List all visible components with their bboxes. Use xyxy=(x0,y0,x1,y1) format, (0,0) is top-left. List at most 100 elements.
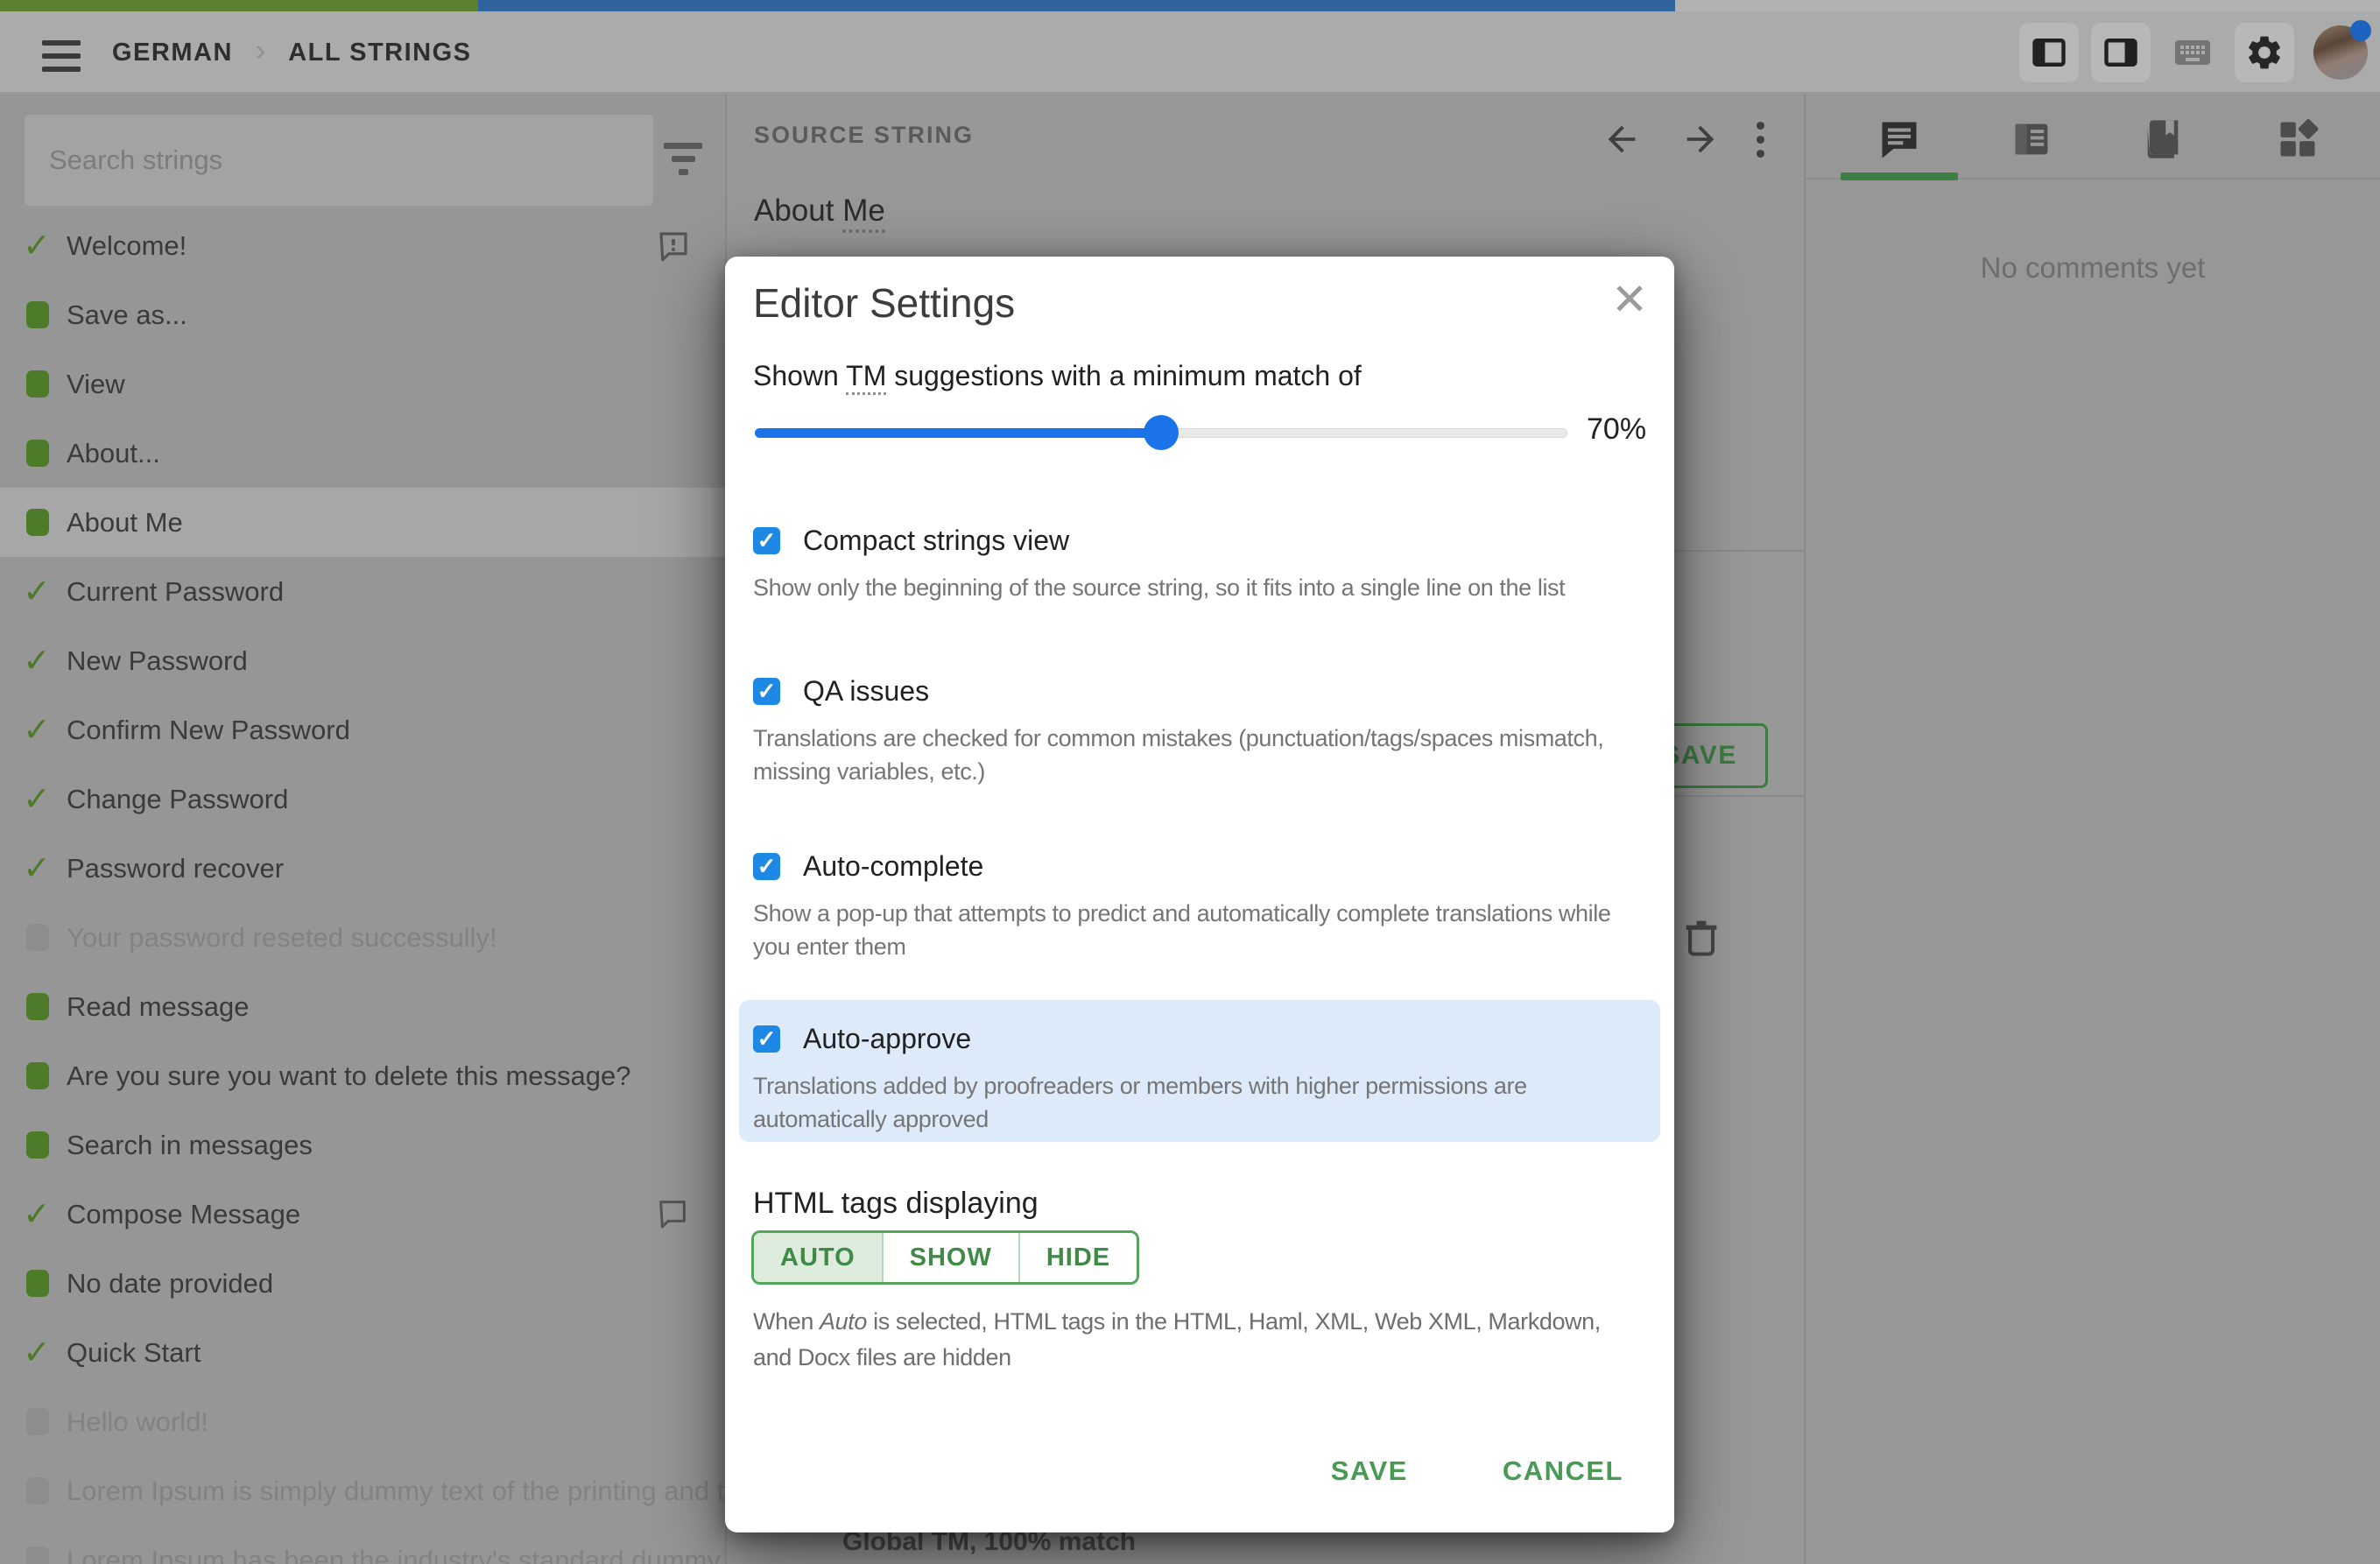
comments-tab-icon[interactable] xyxy=(1871,111,1927,167)
progress-approved-segment xyxy=(478,0,1676,11)
search-input[interactable] xyxy=(25,144,653,176)
status-translated-icon xyxy=(26,509,67,536)
comment-issue-icon xyxy=(655,228,692,264)
cancel-button[interactable]: CANCEL xyxy=(1483,1443,1643,1499)
status-approved-icon: ✓ xyxy=(23,1195,51,1233)
source-string-header: SOURCE STRING xyxy=(754,122,975,148)
status-translated-icon xyxy=(26,993,67,1020)
auto-complete-checkbox[interactable] xyxy=(753,853,780,880)
checkbox-label: Auto-complete xyxy=(803,850,984,882)
status-translated-icon xyxy=(26,1131,67,1159)
settings-gear-icon[interactable] xyxy=(2235,23,2294,82)
status-untranslated-icon xyxy=(26,1477,67,1504)
string-row[interactable]: ✓ Password recover xyxy=(0,834,725,903)
status-untranslated-icon xyxy=(26,1408,67,1435)
glossary-tab-icon[interactable] xyxy=(2135,111,2191,167)
html-tags-option-auto[interactable]: AUTO xyxy=(754,1233,882,1282)
breadcrumb: GERMAN › ALL STRINGS xyxy=(112,11,472,94)
progress-translated-segment xyxy=(0,0,479,11)
setting-compact-strings: Compact strings view Show only the begin… xyxy=(753,525,1646,604)
string-row[interactable]: ✓ Quick Start xyxy=(0,1318,725,1387)
string-row[interactable]: Hello world! xyxy=(0,1387,725,1456)
setting-description: Translations are checked for common mist… xyxy=(753,725,1604,786)
html-tags-option-hide[interactable]: HIDE xyxy=(1017,1233,1137,1282)
string-row[interactable]: View xyxy=(0,349,725,419)
qa-issues-checkbox[interactable] xyxy=(753,678,780,705)
setting-auto-approve: Auto-approve Translations added by proof… xyxy=(753,1023,1646,1137)
breadcrumb-project[interactable]: GERMAN xyxy=(112,39,233,67)
string-row[interactable]: Lorem Ipsum is simply dummy text of the … xyxy=(0,1456,725,1525)
modal-title: Editor Settings xyxy=(753,280,1016,326)
status-translated-icon xyxy=(26,1062,67,1089)
search-box xyxy=(25,115,653,206)
string-row-selected[interactable]: About Me xyxy=(0,488,725,557)
string-row[interactable]: Your password reseted successully! xyxy=(0,903,725,972)
filter-icon[interactable] xyxy=(655,130,711,187)
compact-strings-checkbox[interactable] xyxy=(753,527,780,554)
save-button[interactable]: SAVE xyxy=(1312,1443,1427,1499)
tm-abbr: TM xyxy=(846,360,887,395)
checkbox-label: Compact strings view xyxy=(803,525,1070,556)
panel-left-icon[interactable] xyxy=(2019,23,2079,82)
user-avatar[interactable] xyxy=(2313,20,2371,80)
panel-right-icon[interactable] xyxy=(2091,23,2151,82)
string-row[interactable]: Read message xyxy=(0,972,725,1041)
slider-value: 70% xyxy=(1587,412,1647,446)
setting-description: Show a pop-up that attempts to predict a… xyxy=(753,900,1611,961)
status-approved-icon: ✓ xyxy=(23,780,51,818)
string-row[interactable]: ✓ Current Password xyxy=(0,557,725,626)
comments-panel: No comments yet xyxy=(1804,95,2380,1564)
status-untranslated-icon xyxy=(26,1546,67,1564)
close-icon[interactable]: ✕ xyxy=(1611,278,1648,321)
checkbox-label: Auto-approve xyxy=(803,1023,972,1054)
setting-auto-approve-highlight: Auto-approve Translations added by proof… xyxy=(739,1000,1660,1142)
kebab-menu-icon[interactable] xyxy=(1736,115,1785,164)
html-tags-option-show[interactable]: SHOW xyxy=(881,1233,1018,1282)
slider-thumb[interactable] xyxy=(1144,415,1179,450)
terms-shapes-tab-icon[interactable] xyxy=(2270,111,2326,167)
status-untranslated-icon xyxy=(26,924,67,951)
string-row[interactable]: ✓ Change Password xyxy=(0,764,725,834)
active-tab-indicator xyxy=(1841,173,1958,180)
string-row[interactable]: Search in messages xyxy=(0,1110,725,1180)
context-tab-icon[interactable] xyxy=(2003,111,2060,167)
avatar-status-badge xyxy=(2350,20,2371,41)
string-row[interactable]: ✓ Welcome! xyxy=(0,211,725,280)
string-row[interactable]: Lorem Ipsum has been the industry's stan… xyxy=(0,1525,725,1564)
setting-description: Translations added by proofreaders or me… xyxy=(753,1073,1527,1133)
status-approved-icon: ✓ xyxy=(23,573,51,610)
arrow-back-icon[interactable] xyxy=(1597,115,1646,164)
status-approved-icon: ✓ xyxy=(23,1334,51,1371)
tm-threshold-label: Shown TM suggestions with a minimum matc… xyxy=(753,360,1362,395)
arrow-forward-icon[interactable] xyxy=(1676,115,1725,164)
string-row[interactable]: Save as... xyxy=(0,280,725,349)
status-translated-icon xyxy=(26,370,67,398)
slider-fill xyxy=(755,428,1161,438)
string-row[interactable]: About... xyxy=(0,419,725,488)
string-row[interactable]: ✓ Compose Message xyxy=(0,1180,725,1249)
trash-icon[interactable] xyxy=(1679,912,1724,962)
breadcrumb-section[interactable]: ALL STRINGS xyxy=(288,39,471,67)
html-tags-heading: HTML tags displaying xyxy=(753,1187,1039,1220)
tm-match-slider[interactable] xyxy=(755,412,1567,453)
keyboard-icon[interactable] xyxy=(2163,23,2222,82)
editor-settings-modal: Editor Settings ✕ Shown TM suggestions w… xyxy=(725,257,1674,1532)
string-row[interactable]: ✓ New Password xyxy=(0,626,725,695)
html-tags-toggle: AUTO SHOW HIDE xyxy=(751,1230,1140,1285)
top-toolbar: GERMAN › ALL STRINGS xyxy=(0,11,2380,94)
side-tabbar xyxy=(1806,95,2380,180)
status-approved-icon: ✓ xyxy=(23,227,51,264)
comment-icon xyxy=(655,1196,692,1233)
status-approved-icon: ✓ xyxy=(23,711,51,749)
string-row[interactable]: No date provided xyxy=(0,1249,725,1318)
strings-sidebar: ✓Welcome! Save as... View About... About… xyxy=(0,95,727,1564)
menu-icon[interactable] xyxy=(42,40,81,72)
auto-approve-checkbox[interactable] xyxy=(753,1025,780,1053)
setting-qa-issues: QA issues Translations are checked for c… xyxy=(753,675,1646,789)
status-translated-icon xyxy=(26,1270,67,1297)
html-tags-description: When Auto is selected, HTML tags in the … xyxy=(753,1308,1601,1370)
chevron-right-icon: › xyxy=(255,33,266,67)
string-row[interactable]: Are you sure you want to delete this mes… xyxy=(0,1041,725,1110)
string-row[interactable]: ✓ Confirm New Password xyxy=(0,695,725,764)
term-underline: Me xyxy=(842,194,885,233)
